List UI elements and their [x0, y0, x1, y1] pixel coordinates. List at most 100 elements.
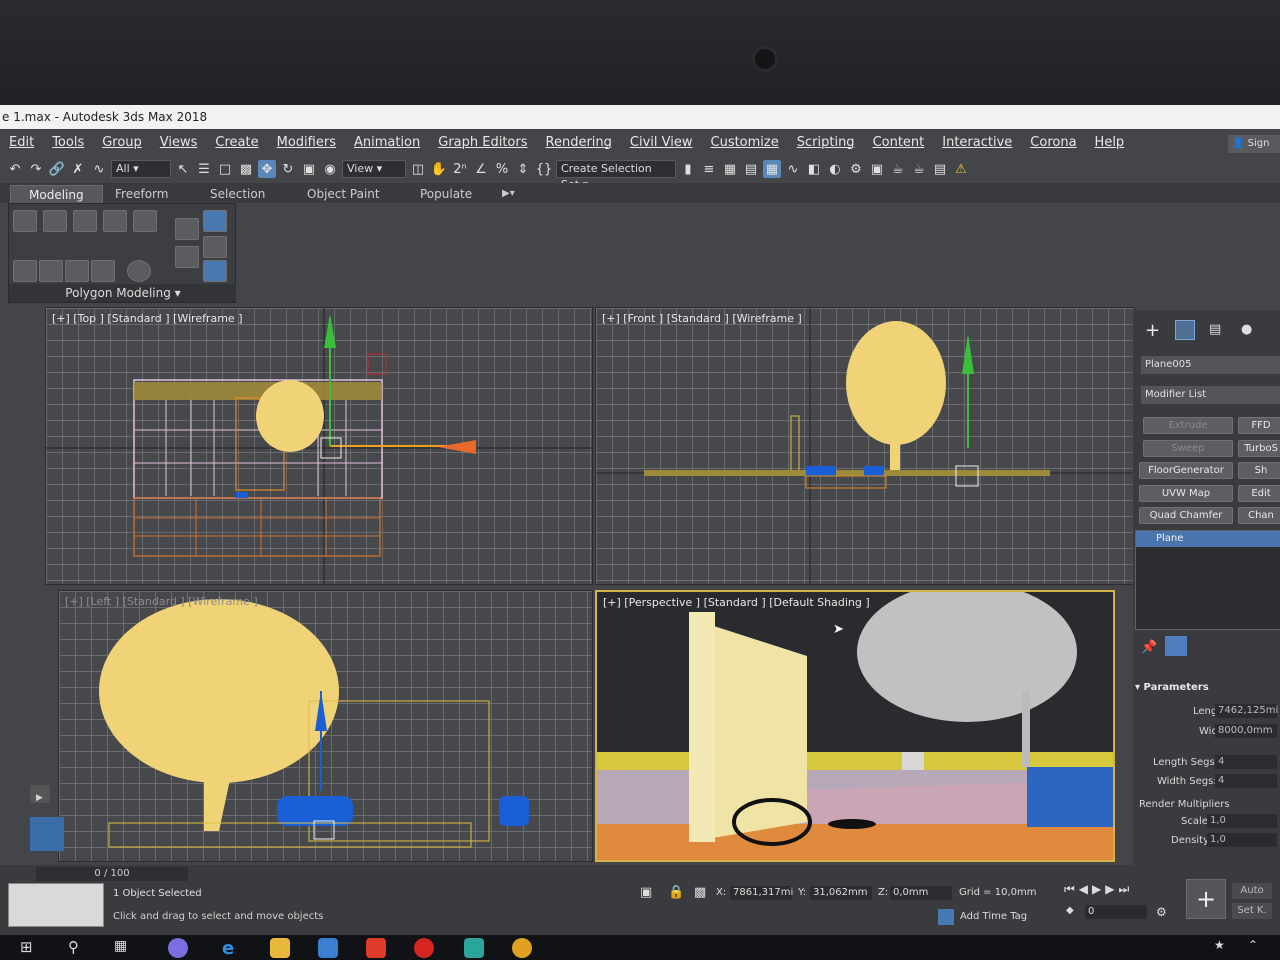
- select-by-name-icon[interactable]: ☰: [195, 160, 213, 178]
- viewport-layout-icon[interactable]: [30, 817, 64, 851]
- spinner-snap-icon[interactable]: ⇕: [514, 160, 532, 178]
- curve-editor-icon[interactable]: ∿: [784, 160, 802, 178]
- bind-space-warp-icon[interactable]: ∿: [90, 160, 108, 178]
- render-production-icon[interactable]: ☕: [889, 160, 907, 178]
- snap-toggle-icon[interactable]: 2ⁿ: [451, 160, 469, 178]
- 3ds-max-icon[interactable]: [464, 938, 484, 958]
- menu-views[interactable]: Views: [160, 135, 198, 150]
- y-coordinate-input[interactable]: 31,062mm: [810, 886, 872, 900]
- repeat-last-icon[interactable]: [175, 218, 199, 240]
- tray-chevron-icon[interactable]: ⌃: [1248, 938, 1268, 958]
- tab-selection[interactable]: Selection: [210, 185, 265, 203]
- file-explorer-icon[interactable]: [270, 938, 290, 958]
- unlink-icon[interactable]: ✗: [69, 160, 87, 178]
- ribbon-options-icon[interactable]: ▶▾: [502, 185, 515, 203]
- menu-group[interactable]: Group: [102, 135, 142, 150]
- yandex-browser-icon[interactable]: [366, 938, 386, 958]
- tab-modeling[interactable]: Modeling: [10, 185, 103, 203]
- corona-icon[interactable]: ▤: [931, 160, 949, 178]
- task-view-icon[interactable]: ▦: [114, 938, 134, 958]
- people-icon[interactable]: ★: [1214, 938, 1234, 958]
- lock-icon[interactable]: 🔒: [668, 885, 684, 900]
- add-time-tag[interactable]: Add Time Tag: [960, 911, 1027, 922]
- quickslice-icon[interactable]: [175, 246, 199, 268]
- viewport-top[interactable]: [+] [Top ] [Standard ] [Wireframe ]: [45, 307, 593, 585]
- render-setup-icon[interactable]: ⚙: [847, 160, 865, 178]
- place-icon[interactable]: ◉: [321, 160, 339, 178]
- hierarchy-tab-icon[interactable]: ▤: [1209, 322, 1221, 337]
- edit-named-selections-icon[interactable]: {}: [535, 160, 553, 178]
- reference-coordinate-dropdown[interactable]: View ▾: [342, 160, 406, 178]
- menu-customize[interactable]: Customize: [711, 135, 779, 150]
- x-coordinate-input[interactable]: 7861,317mi: [730, 886, 793, 900]
- use-soft-selection-icon[interactable]: [203, 260, 227, 282]
- playback-controls[interactable]: ⏮◀▶▶⏭: [1064, 882, 1133, 897]
- width-segs-input[interactable]: 4: [1215, 774, 1277, 788]
- select-object-icon[interactable]: ↖: [174, 160, 192, 178]
- extrude-button[interactable]: Extrude: [1143, 417, 1233, 434]
- parameters-rollout[interactable]: ▾ Parameters: [1135, 682, 1209, 693]
- menu-scripting[interactable]: Scripting: [797, 135, 855, 150]
- select-manipulate-icon[interactable]: ✋: [430, 160, 448, 178]
- menu-rendering[interactable]: Rendering: [546, 135, 612, 150]
- object-name-field[interactable]: Plane005: [1141, 356, 1280, 374]
- maxscript-listener[interactable]: [8, 883, 104, 927]
- turbosmooth-button[interactable]: TurboS: [1238, 440, 1280, 457]
- named-selection-sets-dropdown[interactable]: Create Selection Set ▾: [556, 160, 676, 191]
- pin-stack-icon[interactable]: 📌: [1141, 640, 1157, 655]
- preserve-uvs-icon[interactable]: [91, 260, 115, 282]
- opera-browser-icon[interactable]: [414, 938, 434, 958]
- density-input[interactable]: 1,0: [1207, 833, 1277, 847]
- uvw-map-button[interactable]: UVW Map: [1139, 485, 1233, 502]
- warning-icon[interactable]: ⚠: [952, 160, 970, 178]
- border-icon[interactable]: [73, 210, 97, 232]
- length-segs-input[interactable]: 4: [1215, 755, 1277, 769]
- store-icon[interactable]: [318, 938, 338, 958]
- z-coordinate-input[interactable]: 0,0mm: [890, 886, 952, 900]
- modify-tab-icon[interactable]: [1175, 320, 1195, 340]
- sweep-button[interactable]: Sweep: [1143, 440, 1233, 457]
- window-crossing-icon[interactable]: ▩: [237, 160, 255, 178]
- key-mode-icon[interactable]: ◆: [1066, 905, 1074, 916]
- width-input[interactable]: 8000,0mm: [1215, 724, 1277, 738]
- collapse-stack-icon[interactable]: [127, 260, 151, 282]
- polygon-modeling-dropdown[interactable]: Polygon Modeling ▾: [9, 284, 237, 302]
- menu-animation[interactable]: Animation: [354, 135, 420, 150]
- percent-snap-icon[interactable]: %: [493, 160, 511, 178]
- element-icon[interactable]: [133, 210, 157, 232]
- time-config-icon[interactable]: ⚙: [1156, 905, 1167, 919]
- auto-key-button[interactable]: Auto: [1232, 883, 1272, 899]
- tab-object-paint[interactable]: Object Paint: [307, 185, 380, 203]
- show-end-result-icon[interactable]: [203, 210, 227, 232]
- viewport-perspective[interactable]: [+] [Perspective ] [Standard ] [Default …: [595, 590, 1115, 862]
- edge-browser-icon[interactable]: e: [222, 938, 242, 959]
- toggle-layer-explorer-icon[interactable]: ▤: [742, 160, 760, 178]
- menu-civil-view[interactable]: Civil View: [630, 135, 693, 150]
- move-icon[interactable]: ✥: [258, 160, 276, 178]
- tab-populate[interactable]: Populate: [420, 185, 472, 203]
- create-tab-icon[interactable]: +: [1145, 320, 1160, 341]
- angle-snap-icon[interactable]: ∠: [472, 160, 490, 178]
- edit-poly-button[interactable]: Edit: [1238, 485, 1280, 502]
- menu-content[interactable]: Content: [873, 135, 925, 150]
- shell-button[interactable]: Sh: [1238, 462, 1280, 479]
- viewport-front[interactable]: [+] [Front ] [Standard ] [Wireframe ]: [595, 307, 1135, 585]
- pin-stack-icon[interactable]: [203, 236, 227, 258]
- show-end-result-icon[interactable]: [1165, 636, 1187, 656]
- schematic-view-icon[interactable]: ◧: [805, 160, 823, 178]
- isolate-selection-icon[interactable]: ▣: [640, 885, 652, 900]
- scale-icon[interactable]: ▣: [300, 160, 318, 178]
- menu-create[interactable]: Create: [215, 135, 258, 150]
- expand-layout-button[interactable]: ▶: [30, 785, 50, 803]
- polygon-icon[interactable]: [103, 210, 127, 232]
- menu-corona[interactable]: Corona: [1030, 135, 1076, 150]
- chrome-browser-icon[interactable]: [512, 938, 532, 958]
- menu-tools[interactable]: Tools: [52, 135, 84, 150]
- render-iterative-icon[interactable]: ☕: [910, 160, 928, 178]
- rect-selection-icon[interactable]: □: [216, 160, 234, 178]
- windows-start-icon[interactable]: ⊞: [20, 938, 40, 958]
- menu-edit[interactable]: Edit: [9, 135, 34, 150]
- set-key-button[interactable]: Set K.: [1232, 903, 1272, 919]
- viewport-top-label[interactable]: [+] [Top ] [Standard ] [Wireframe ]: [52, 312, 243, 325]
- time-slider[interactable]: 0 / 100: [36, 867, 188, 881]
